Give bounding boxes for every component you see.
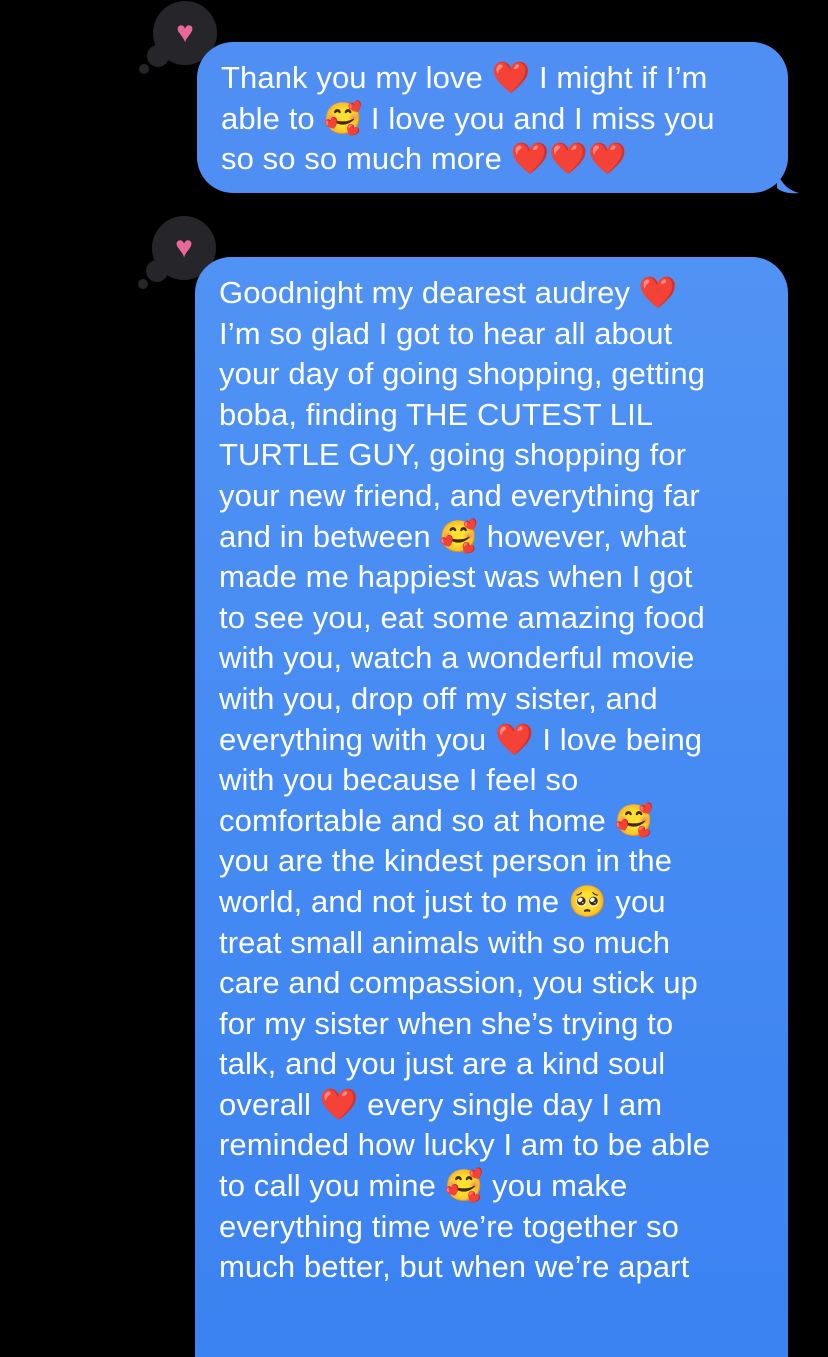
message-line: your new friend, and everything far bbox=[219, 477, 700, 513]
message-line: so so so much more ❤️❤️❤️ bbox=[221, 141, 627, 177]
message-line: comfortable and so at home 🥰 bbox=[219, 802, 654, 838]
message-line: you are the kindest person in the bbox=[219, 843, 673, 879]
tapback-dot bbox=[139, 64, 149, 74]
message-line: to call you mine 🥰 you make bbox=[219, 1168, 628, 1204]
message-line: Thank you my love ❤️ I might if I’m bbox=[221, 60, 708, 95]
message-line: TURTLE GUY, going shopping for bbox=[219, 437, 687, 473]
tapback-tail bbox=[147, 45, 169, 67]
bubble-tail bbox=[777, 172, 799, 194]
message-line: everything with you ❤️ I love being bbox=[219, 721, 703, 757]
message-line: made me happiest was when I got bbox=[219, 559, 693, 595]
tapback-dot bbox=[138, 279, 148, 289]
message-bubble-sent[interactable]: Goodnight my dearest audrey ❤️ I’m so gla… bbox=[195, 257, 788, 1357]
message-line: for my sister when she’s trying to bbox=[219, 1005, 674, 1041]
message-line: your day of going shopping, getting bbox=[219, 356, 706, 392]
message-bubble-sent[interactable]: Thank you my love ❤️ I might if I’m able… bbox=[197, 42, 788, 193]
message-line: boba, finding THE CUTEST LIL bbox=[219, 396, 654, 432]
message-line: and in between 🥰 however, what bbox=[219, 518, 687, 554]
message-line: with you, watch a wonderful movie bbox=[219, 640, 695, 676]
heart-icon: ♥ bbox=[176, 16, 194, 49]
message-line: everything time we’re together so bbox=[219, 1208, 679, 1244]
message-line: to see you, eat some amazing food bbox=[219, 599, 705, 635]
message-line: talk, and you just are a kind soul bbox=[219, 1046, 666, 1082]
message-line: with you, drop off my sister, and bbox=[219, 680, 658, 716]
message-line: world, and not just to me 🥺 you bbox=[219, 883, 666, 919]
heart-icon: ♥ bbox=[175, 231, 193, 264]
message-line: care and compassion, you stick up bbox=[219, 965, 698, 1001]
message-line: with you because I feel so bbox=[219, 762, 579, 798]
message-line: able to 🥰 I love you and I miss you bbox=[221, 100, 715, 136]
message-line: I’m so glad I got to hear all about bbox=[219, 315, 673, 351]
message-line: overall ❤️ every single day I am bbox=[219, 1086, 663, 1122]
message-line: Goodnight my dearest audrey ❤️ bbox=[219, 275, 678, 310]
message-line: much better, but when we’re apart bbox=[219, 1249, 690, 1285]
message-line: reminded how lucky I am to be able bbox=[219, 1127, 711, 1163]
message-line: treat small animals with so much bbox=[219, 924, 671, 960]
tapback-tail bbox=[146, 260, 168, 282]
